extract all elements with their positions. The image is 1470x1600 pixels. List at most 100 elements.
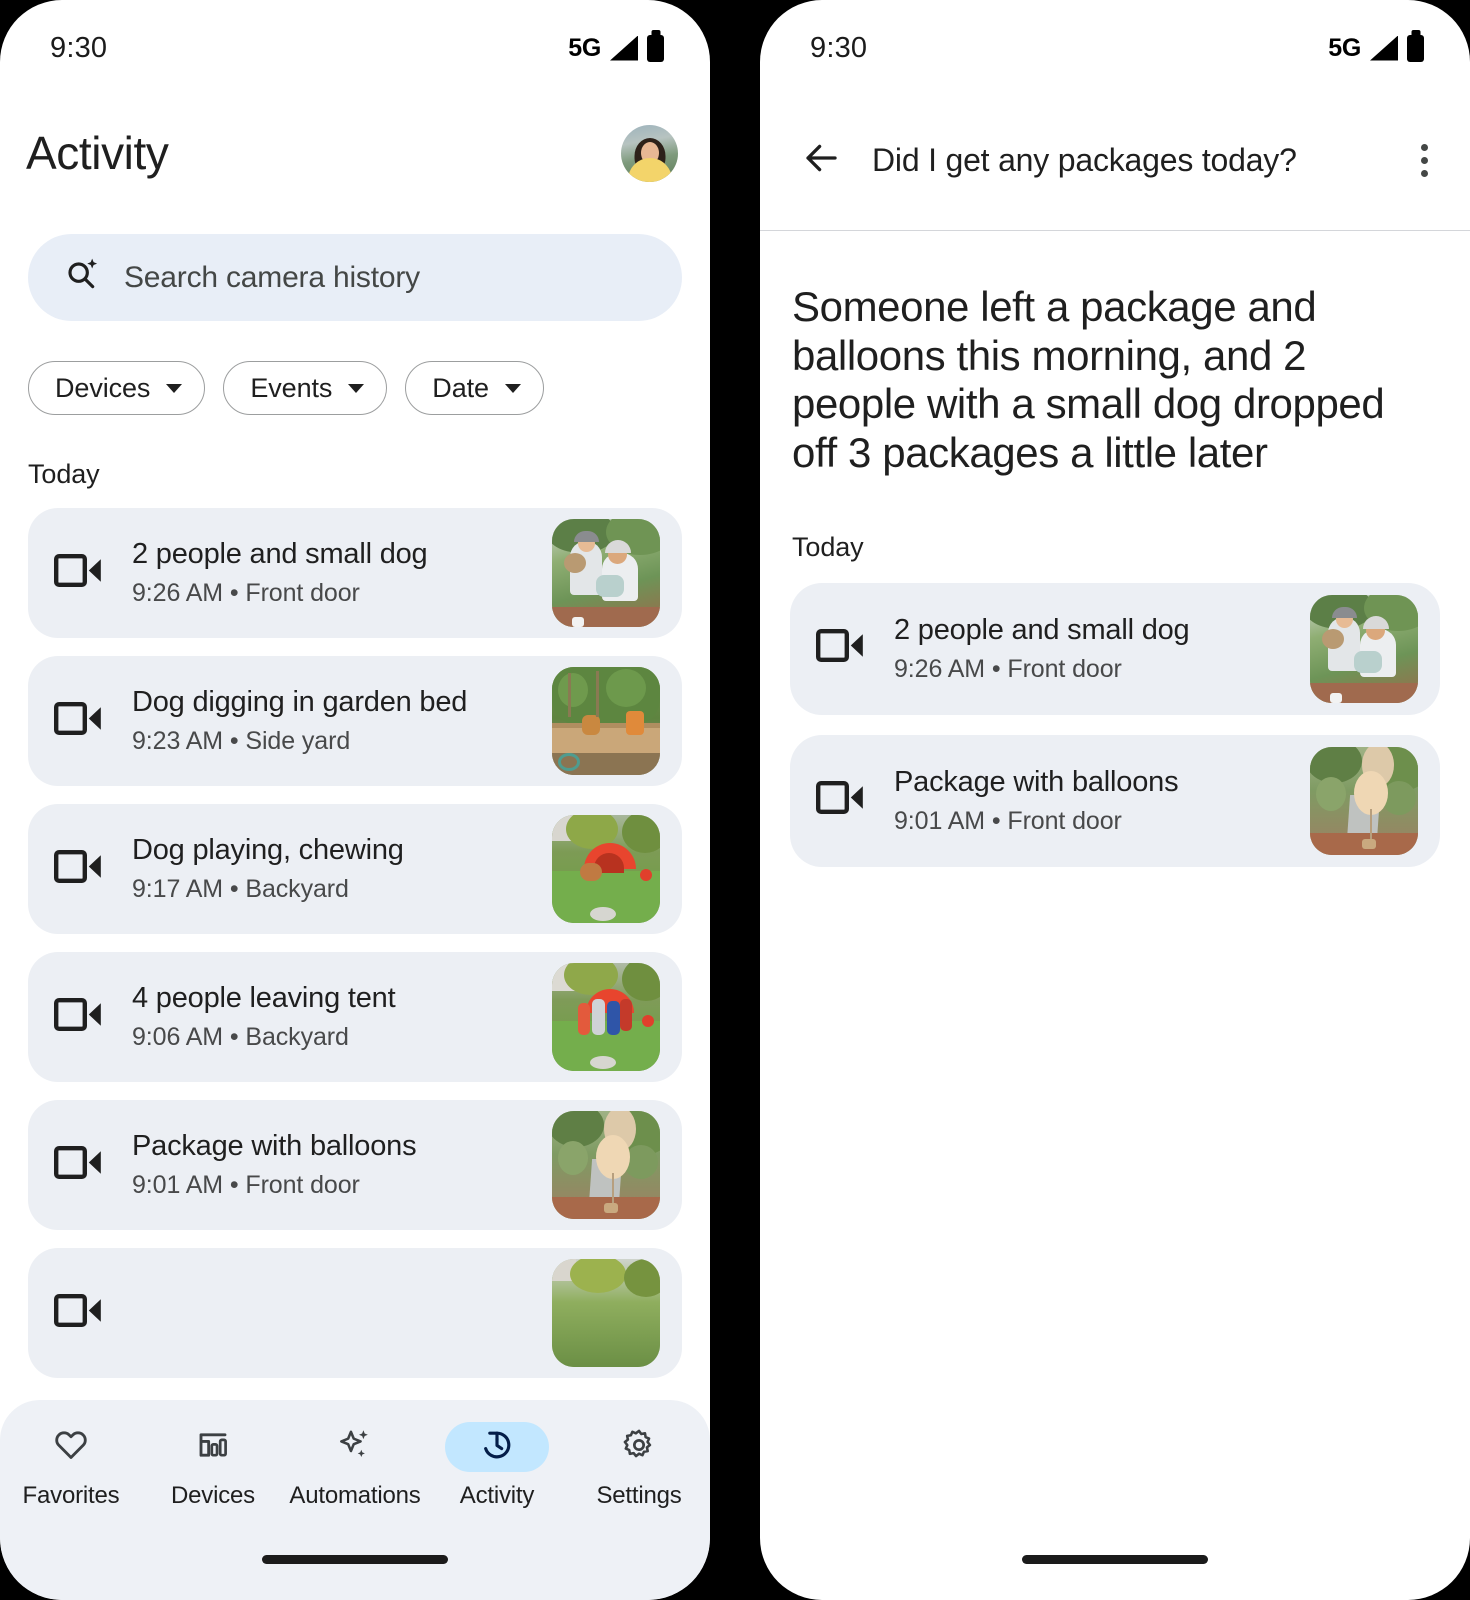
detail-header: Did I get any packages today? (760, 96, 1470, 208)
activity-list-item[interactable]: Dog playing, chewing 9:17 AM • Backyard (28, 804, 682, 934)
home-indicator[interactable] (1022, 1555, 1208, 1564)
video-camera-icon (816, 627, 866, 670)
result-item-text: Package with balloons 9:01 AM • Front do… (894, 766, 1310, 836)
nav-item-favorites[interactable]: Favorites (9, 1422, 133, 1510)
activity-item-title: Dog playing, chewing (132, 834, 404, 866)
nav-label: Favorites (22, 1482, 120, 1509)
nav-item-devices[interactable]: Devices (151, 1422, 275, 1510)
activity-thumbnail[interactable] (552, 815, 660, 923)
bullet-separator: • (991, 806, 1001, 835)
activity-thumbnail[interactable] (552, 963, 660, 1071)
result-item-subtitle: 9:01 AM • Front door (894, 807, 1310, 836)
activity-item-text: Dog digging in garden bed 9:23 AM • Side… (132, 686, 552, 756)
nav-label: Activity (459, 1482, 535, 1509)
back-arrow-icon[interactable] (800, 137, 842, 184)
ai-answer-text: Someone left a package and balloons this… (792, 283, 1385, 477)
video-camera-icon (54, 1144, 104, 1187)
result-item-subtitle: 9:26 AM • Front door (894, 655, 1310, 684)
result-item-time: 9:26 AM (894, 654, 986, 683)
chevron-down-icon (504, 383, 521, 393)
result-list: 2 people and small dog 9:26 AM • Front d… (760, 563, 1470, 867)
result-thumbnail[interactable] (1310, 594, 1418, 703)
filter-chip-events[interactable]: Events (223, 361, 388, 415)
activity-item-location: Front door (245, 1171, 360, 1199)
activity-item-subtitle: 9:26 AM • Front door (132, 579, 552, 608)
heart-icon (53, 1427, 89, 1468)
activity-list: 2 people and small dog 9:26 AM • Front d… (0, 490, 710, 1378)
nav-label: Devices (171, 1482, 255, 1509)
activity-item-subtitle: 9:06 AM • Backyard (132, 1023, 552, 1052)
section-label-today: Today (28, 459, 100, 489)
nav-item-automations[interactable]: Automations (289, 1422, 421, 1510)
right-phone-answer-screen: 9:30 5G Did I get any packages today? So… (760, 0, 1470, 1600)
activity-thumbnail[interactable] (552, 667, 660, 775)
activity-list-item[interactable]: Dog digging in garden bed 9:23 AM • Side… (28, 656, 682, 786)
activity-list-item[interactable]: 2 people and small dog 9:26 AM • Front d… (28, 508, 682, 638)
nav-pill (19, 1422, 123, 1472)
nav-item-settings[interactable]: Settings (577, 1422, 701, 1510)
chevron-down-icon (348, 383, 365, 393)
activity-item-text: 2 people and small dog 9:26 AM • Front d… (132, 538, 552, 608)
bullet-separator: • (229, 1023, 239, 1051)
activity-item-time: 9:17 AM (132, 875, 224, 903)
more-vertical-icon[interactable] (1413, 143, 1436, 177)
signal-triangle-icon (1370, 35, 1398, 61)
network-type-label: 5G (1328, 33, 1361, 62)
video-camera-icon (54, 1292, 104, 1335)
nav-item-activity[interactable]: Activity (435, 1422, 559, 1510)
activity-item-location: Backyard (245, 1023, 349, 1051)
chevron-down-icon (166, 383, 183, 393)
video-camera-icon (54, 996, 104, 1039)
nav-pill (587, 1422, 691, 1472)
search-placeholder: Search camera history (124, 260, 420, 294)
activity-thumbnail[interactable] (552, 1259, 660, 1367)
user-avatar[interactable] (621, 124, 678, 182)
video-camera-icon (54, 848, 104, 891)
bullet-separator: • (229, 579, 239, 607)
activity-item-subtitle: 9:23 AM • Side yard (132, 727, 552, 756)
activity-list-item[interactable]: 4 people leaving tent 9:06 AM • Backyard (28, 952, 682, 1082)
bullet-separator: • (229, 1171, 239, 1199)
nav-pill (161, 1422, 265, 1472)
activity-item-time: 9:06 AM (132, 1023, 224, 1051)
nav-pill (303, 1422, 407, 1472)
video-camera-icon (816, 779, 866, 822)
activity-list-item[interactable] (28, 1248, 682, 1378)
nav-label: Automations (289, 1482, 421, 1509)
result-item-location: Front door (1007, 806, 1122, 835)
gear-icon (621, 1427, 657, 1468)
result-item-title: 2 people and small dog (894, 613, 1190, 646)
filter-chip-row: Devices Events Date (0, 321, 710, 415)
filter-chip-label: Events (250, 372, 333, 403)
search-input[interactable]: Search camera history (28, 234, 682, 321)
page-title: Activity (26, 127, 169, 179)
result-list-item[interactable]: Package with balloons 9:01 AM • Front do… (790, 734, 1440, 867)
activity-thumbnail[interactable] (552, 519, 660, 627)
activity-item-title: 4 people leaving tent (132, 982, 396, 1014)
result-thumbnail[interactable] (1310, 746, 1418, 855)
result-list-item[interactable]: 2 people and small dog 9:26 AM • Front d… (790, 582, 1440, 715)
battery-full-icon (647, 34, 664, 62)
nav-label: Settings (596, 1482, 682, 1509)
filter-chip-label: Devices (55, 372, 151, 403)
home-indicator[interactable] (262, 1555, 448, 1564)
bullet-separator: • (991, 654, 1001, 683)
activity-thumbnail[interactable] (552, 1111, 660, 1219)
video-camera-icon (54, 700, 104, 743)
app-header: Activity (0, 96, 710, 196)
status-bar: 9:30 5G (0, 0, 710, 96)
network-type-label: 5G (568, 33, 601, 62)
ai-search-icon (62, 255, 102, 300)
activity-item-title: Package with balloons (132, 1130, 417, 1162)
section-label-today: Today (792, 531, 864, 562)
activity-list-item[interactable]: Package with balloons 9:01 AM • Front do… (28, 1100, 682, 1230)
status-bar-clock: 9:30 (810, 31, 868, 64)
history-icon (479, 1427, 515, 1468)
filter-chip-devices[interactable]: Devices (28, 361, 206, 415)
signal-triangle-icon (610, 35, 638, 61)
dual-phone-composition: 9:30 5G Activity Search camera history D… (0, 0, 1470, 1600)
result-item-time: 9:01 AM (894, 806, 986, 835)
status-bar-icons: 5G (568, 34, 664, 63)
search-section: Search camera history (0, 196, 710, 321)
filter-chip-date[interactable]: Date (405, 361, 544, 415)
